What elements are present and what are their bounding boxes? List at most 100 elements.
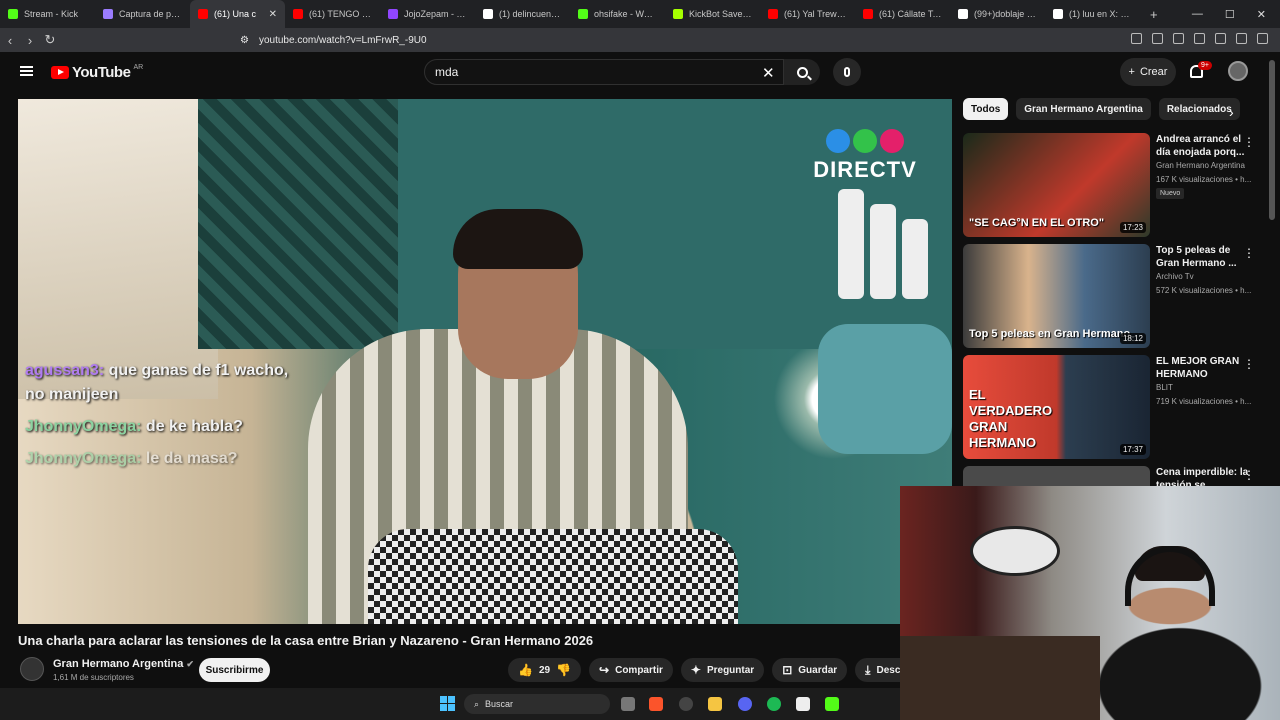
back-icon[interactable]: ‹	[0, 33, 20, 48]
file-explorer-icon[interactable]	[708, 697, 722, 711]
dislike-icon[interactable]: 👎	[556, 663, 571, 677]
maximize-icon[interactable]: ☐	[1225, 8, 1235, 21]
page-scrollbar[interactable]	[1269, 60, 1275, 220]
webcam-desk	[900, 636, 1100, 720]
chip-gran-hermano-argentina[interactable]: Gran Hermano Argentina	[1016, 98, 1151, 120]
extension-icon[interactable]	[1194, 33, 1205, 44]
video-title: Una charla para aclarar las tensiones de…	[18, 633, 594, 648]
taskbar-search[interactable]: ⌕ Buscar	[464, 694, 610, 714]
tab-favicon-icon	[103, 9, 113, 19]
search-icon	[796, 66, 808, 78]
video-thumbnail[interactable]	[963, 466, 1150, 486]
recommendation-title[interactable]: EL MEJOR GRAN HERMANO	[1156, 355, 1252, 381]
kick-icon[interactable]	[825, 697, 839, 711]
windows-taskbar: ⌕ Buscar	[0, 688, 900, 720]
browser-tab[interactable]: Captura de pantal	[95, 0, 190, 28]
browser-tab[interactable]: (61) TENGO QUE	[285, 0, 380, 28]
voice-search-button[interactable]	[833, 58, 861, 86]
task-view-icon[interactable]	[621, 697, 635, 711]
channel-name[interactable]: Gran Hermano Argentina ✔	[53, 658, 194, 670]
tab-label: Captura de pantal	[119, 9, 182, 19]
extension-icon[interactable]	[1173, 33, 1184, 44]
chip-relacionados[interactable]: Relacionados	[1158, 98, 1240, 120]
close-tab-icon[interactable]: ✕	[269, 9, 277, 20]
tab-label: (61) Yal Trewa - P	[784, 9, 847, 19]
video-thumbnail[interactable]: EL VERDADERO GRAN HERMANO 17:37	[963, 355, 1150, 459]
share-button[interactable]: ↪ Compartir	[589, 658, 673, 682]
close-window-icon[interactable]: ✕	[1257, 8, 1266, 21]
chat-message: JhonnyOmega: de ke habla?	[25, 418, 243, 435]
like-dislike-button[interactable]: 👍 29 👎	[508, 658, 582, 682]
browser-tab[interactable]: (61) Yal Trewa - P	[760, 0, 855, 28]
duration-badge: 17:37	[1119, 444, 1146, 455]
extension-icon[interactable]	[1215, 33, 1226, 44]
spotify-icon[interactable]	[767, 697, 781, 711]
windows-start-icon[interactable]	[440, 696, 455, 711]
minimize-icon[interactable]: —	[1192, 8, 1203, 21]
create-label: Crear	[1139, 66, 1168, 78]
more-options-icon[interactable]: ⋮	[1243, 246, 1255, 260]
recommendation-channel: Gran Hermano Argentina	[1156, 161, 1245, 170]
ask-button[interactable]: ✦ Preguntar	[680, 658, 765, 682]
chip-todos[interactable]: Todos	[963, 98, 1009, 120]
tab-label: Stream - Kick	[24, 9, 79, 19]
save-button[interactable]: ⊡ Guardar	[772, 658, 848, 682]
chat-message: JhonnyOmega: le da masa?	[25, 450, 238, 467]
extension-icon[interactable]	[1152, 33, 1163, 44]
browser-tab[interactable]: Stream - Kick	[0, 0, 95, 28]
recommendation-title[interactable]: Top 5 peleas de Gran Hermano ...	[1156, 244, 1252, 270]
recommendation-item[interactable]: Cena imperdible: la tensión se... ⋮	[963, 466, 1263, 486]
browser-tab[interactable]: JojoZepam - Twit	[380, 0, 475, 28]
browser-tab[interactable]: (1) luu en X: "El n	[1045, 0, 1140, 28]
create-button[interactable]: + Crear	[1120, 58, 1176, 86]
brave-browser-icon[interactable]	[649, 697, 663, 711]
recommendation-channel: Archivo Tv	[1156, 272, 1194, 281]
browser-tab[interactable]: (1) delincuente e	[475, 0, 570, 28]
recommendation-item[interactable]: EL VERDADERO GRAN HERMANO 17:37 EL MEJOR…	[963, 355, 1263, 459]
search-input[interactable]: mda	[424, 59, 784, 85]
address-bar-row: ‹ › ↻ ⚙ youtube.com/watch?v=LmFrwR_-9U0	[0, 28, 1280, 52]
subscribe-button[interactable]: Suscribirme	[199, 658, 270, 682]
extension-icon[interactable]	[1236, 33, 1247, 44]
youtube-logo[interactable]: YouTube AR	[51, 64, 143, 81]
video-thumbnail[interactable]: Top 5 peleas en Gran Hermano 18:12	[963, 244, 1150, 348]
github-icon[interactable]	[679, 697, 693, 711]
more-options-icon[interactable]: ⋮	[1243, 357, 1255, 371]
extension-icon[interactable]	[1131, 33, 1142, 44]
browser-tab[interactable]: KickBot Saved W	[665, 0, 760, 28]
search-button[interactable]	[784, 59, 820, 85]
browser-tab[interactable]: ohsifake - Watch	[570, 0, 665, 28]
like-icon[interactable]: 👍	[518, 663, 533, 677]
recommendation-item[interactable]: Top 5 peleas en Gran Hermano 18:12 Top 5…	[963, 244, 1263, 348]
recommendation-title[interactable]: Andrea arrancó el día enojada porq...	[1156, 133, 1252, 159]
recommendation-item[interactable]: "SE CAG°N EN EL OTRO" 17:23 Andrea arran…	[963, 133, 1263, 237]
video-thumbnail[interactable]: "SE CAG°N EN EL OTRO" 17:23	[963, 133, 1150, 237]
menu-icon[interactable]	[20, 66, 33, 76]
tab-label: KickBot Saved W	[689, 9, 752, 19]
directv-brand: DIRECTV	[813, 157, 917, 182]
tab-favicon-icon	[863, 9, 873, 19]
channel-avatar[interactable]	[20, 657, 44, 681]
reload-icon[interactable]: ↻	[40, 32, 60, 48]
discord-icon[interactable]	[738, 697, 752, 711]
recommendation-title[interactable]: Cena imperdible: la tensión se...	[1156, 466, 1252, 486]
more-options-icon[interactable]: ⋮	[1243, 135, 1255, 149]
browser-tab[interactable]: (99+)doblaje rick	[950, 0, 1045, 28]
tab-label: (1) luu en X: "El n	[1069, 9, 1132, 19]
extension-icon[interactable]	[1257, 33, 1268, 44]
tab-favicon-icon	[388, 9, 398, 19]
clear-search-icon[interactable]: ✕	[762, 64, 775, 82]
site-info-icon[interactable]: ⚙	[240, 35, 249, 46]
chevron-right-icon[interactable]: ›	[1229, 104, 1234, 120]
more-options-icon[interactable]: ⋮	[1243, 468, 1255, 482]
address-field[interactable]: ⚙ youtube.com/watch?v=LmFrwR_-9U0	[240, 32, 970, 48]
video-player[interactable]: DIRECTV agussan3: que ganas de f1 wacho,…	[18, 99, 952, 624]
new-badge: Nuevo	[1156, 188, 1185, 199]
tab-label: (61) TENGO QUE	[309, 9, 372, 19]
browser-tab[interactable]: (61) Una c ✕	[190, 0, 285, 28]
new-tab-button[interactable]: +	[1140, 7, 1168, 22]
browser-tab[interactable]: (61) Cállate Tonto	[855, 0, 950, 28]
forward-icon[interactable]: ›	[20, 33, 40, 48]
obs-icon[interactable]	[796, 697, 810, 711]
account-avatar[interactable]	[1228, 61, 1248, 81]
